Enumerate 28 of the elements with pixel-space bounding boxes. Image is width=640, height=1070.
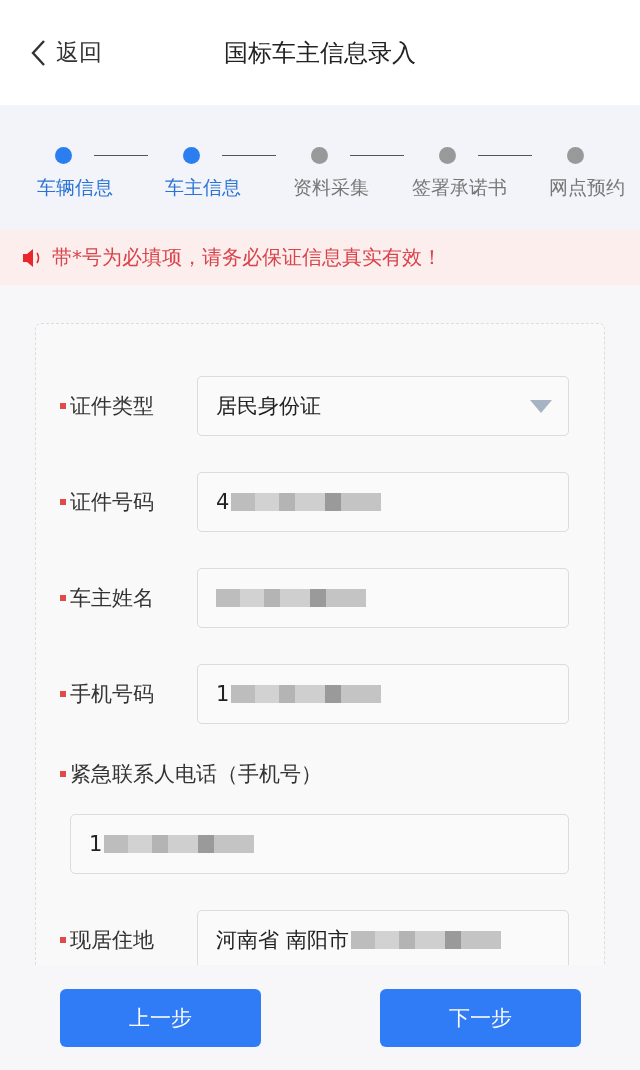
input-field[interactable]: 4 xyxy=(197,472,569,532)
field-value: 1 xyxy=(89,832,103,856)
input-field[interactable]: 1 xyxy=(70,814,569,874)
field-label: 现居住地 xyxy=(70,927,154,954)
field-label: 车主姓名 xyxy=(70,585,154,612)
id-type-dropdown[interactable]: 居民身份证 xyxy=(197,376,569,436)
page-title: 国标车主信息录入 xyxy=(223,37,417,69)
back-button[interactable]: 返回 xyxy=(30,37,102,68)
step-label: 车主信息 xyxy=(164,175,242,200)
field-label: 手机号码 xyxy=(70,681,154,708)
field-value: 居民身份证 xyxy=(216,393,321,420)
input-field[interactable]: 1 xyxy=(197,664,569,724)
field-value: 1 xyxy=(216,682,230,706)
field-value: 河南省 南阳市 xyxy=(216,927,349,954)
step-label: 资料采集 xyxy=(292,175,370,200)
next-step-button[interactable]: 下一步 xyxy=(380,988,581,1047)
back-icon xyxy=(30,38,46,67)
field-value: 4 xyxy=(216,490,230,514)
step-label: 签署承诺书 xyxy=(410,175,508,200)
notice-text: 带*号为必填项，请务必保证信息真实有效！ xyxy=(52,244,442,271)
field-label: 证件号码 xyxy=(70,489,154,516)
caret-icon xyxy=(530,400,552,414)
input-field[interactable]: 河南省 南阳市 xyxy=(197,910,569,965)
field-label: 证件类型 xyxy=(70,393,154,420)
step-label: 网点预约 xyxy=(548,175,626,200)
step-label: 车辆信息 xyxy=(36,175,114,200)
previous-step-button[interactable]: 上一步 xyxy=(60,988,261,1047)
field-label: 紧急联系人电话（手机号） xyxy=(70,761,322,788)
